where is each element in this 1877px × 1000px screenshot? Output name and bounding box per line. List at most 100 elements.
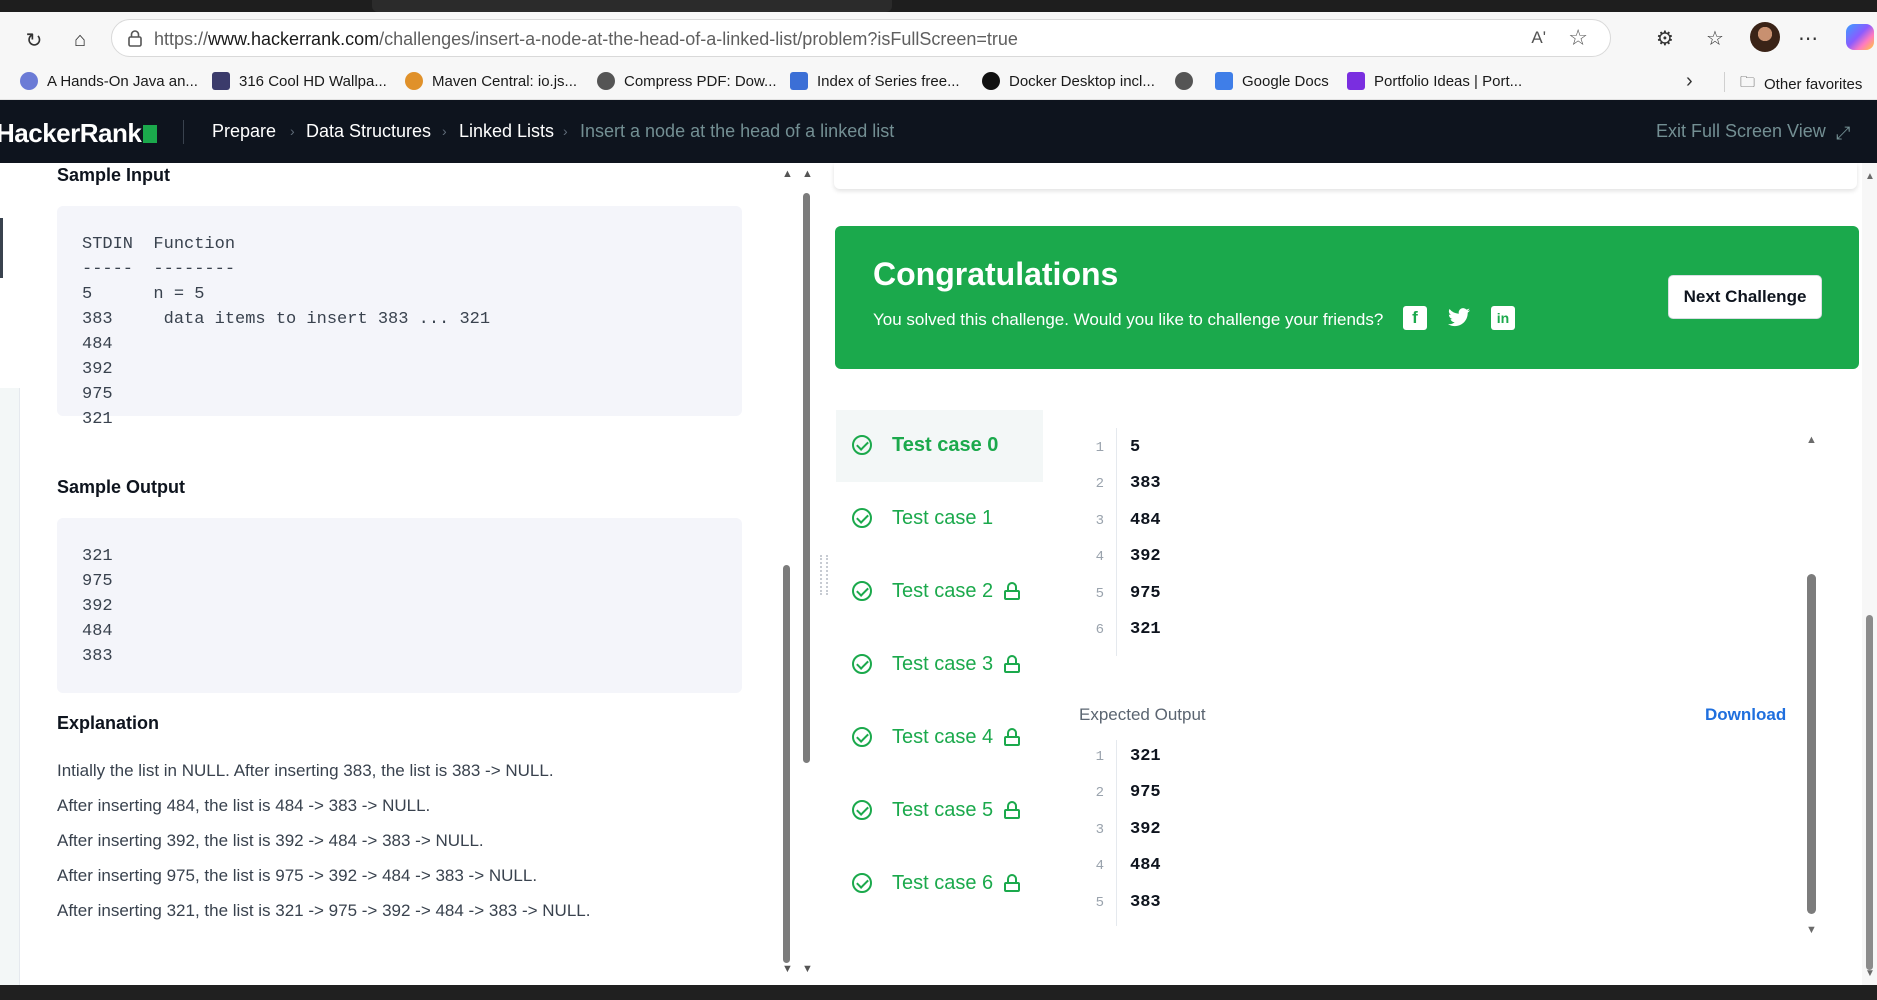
- scroll-down-icon[interactable]: ▼: [1865, 968, 1875, 979]
- lock-icon[interactable]: [126, 29, 144, 47]
- input-line: 383: [1130, 474, 1161, 493]
- test-case-2[interactable]: Test case 2: [836, 556, 1043, 628]
- exit-full-screen-link[interactable]: Exit Full Screen View: [1656, 121, 1826, 142]
- input-line: 975: [1130, 584, 1161, 603]
- breadcrumb-data-structures[interactable]: Data Structures: [306, 121, 431, 142]
- logo-square-icon: [143, 125, 158, 143]
- more-menu-icon[interactable]: ⋯: [1798, 26, 1818, 51]
- pane-resize-handle[interactable]: [820, 555, 828, 595]
- browser-tabstrip: [0, 0, 1877, 12]
- bookmark-item[interactable]: Google Docs: [1215, 72, 1329, 90]
- code-line: 975: [82, 572, 113, 591]
- input-line: 5: [1130, 438, 1141, 457]
- bookmark-item[interactable]: Portfolio Ideas | Port...: [1347, 72, 1522, 90]
- test-case-1[interactable]: Test case 1: [836, 483, 1043, 555]
- bookmarks-divider: [1724, 72, 1725, 92]
- check-circle-icon: [852, 873, 872, 893]
- download-link[interactable]: Download: [1705, 705, 1786, 725]
- scrollbar-thumb[interactable]: [1866, 615, 1873, 970]
- bookmark-item[interactable]: 316 Cool HD Wallpa...: [212, 72, 387, 90]
- test-case-3[interactable]: Test case 3: [836, 629, 1043, 701]
- os-taskbar: [0, 985, 1877, 1000]
- copilot-icon[interactable]: [1846, 24, 1874, 50]
- bookmark-item[interactable]: A Hands-On Java an...: [20, 72, 198, 90]
- hackerrank-logo[interactable]: HackerRank: [0, 118, 158, 149]
- extensions-icon[interactable]: ⚙: [1656, 26, 1674, 51]
- twitter-icon[interactable]: [1447, 306, 1471, 330]
- explanation-line: After inserting 392, the list is 392 -> …: [57, 831, 484, 850]
- test-case-6[interactable]: Test case 6: [836, 848, 1043, 920]
- bookmark-favicon-icon: [212, 72, 230, 90]
- scroll-up-icon[interactable]: ▲: [802, 168, 813, 180]
- explanation-line: After inserting 975, the list is 975 -> …: [57, 866, 538, 885]
- scroll-up-icon[interactable]: ▲: [1806, 434, 1817, 446]
- bookmarks-bar: A Hands-On Java an... 316 Cool HD Wallpa…: [0, 64, 1877, 100]
- url-text[interactable]: https://www.hackerrank.com/challenges/in…: [154, 29, 1018, 50]
- code-line: 392: [82, 360, 113, 379]
- gutter-divider: [1116, 740, 1117, 926]
- check-circle-icon: [852, 435, 872, 455]
- test-case-5[interactable]: Test case 5: [836, 775, 1043, 847]
- home-icon[interactable]: ⌂: [66, 26, 94, 54]
- input-line: 484: [1130, 511, 1161, 530]
- test-case-0[interactable]: Test case 0: [836, 410, 1043, 482]
- active-tab[interactable]: [372, 0, 892, 12]
- explanation-line: After inserting 484, the list is 484 -> …: [57, 796, 431, 815]
- bookmark-favicon-icon: [405, 72, 423, 90]
- output-line: 383: [1130, 893, 1161, 912]
- scroll-down-icon[interactable]: ▼: [782, 963, 793, 975]
- page-scrollbar[interactable]: ▲ ▼: [1862, 163, 1877, 985]
- output-line: 975: [1130, 783, 1161, 802]
- explanation-title: Explanation: [57, 713, 160, 733]
- input-line: 392: [1130, 547, 1161, 566]
- bookmark-item[interactable]: Index of Series free...: [790, 72, 960, 90]
- breadcrumb-linked-lists[interactable]: Linked Lists: [459, 121, 554, 142]
- chevron-right-icon: ›: [290, 123, 295, 139]
- refresh-icon[interactable]: ↻: [20, 26, 48, 54]
- rail-active-marker: [0, 218, 3, 278]
- bookmark-favicon-icon: [982, 72, 1000, 90]
- linkedin-icon[interactable]: in: [1491, 306, 1515, 330]
- scrollbar-thumb[interactable]: [783, 565, 790, 963]
- scroll-down-icon[interactable]: ▼: [802, 963, 813, 975]
- other-favorites[interactable]: 🗀 Other favorites: [1740, 72, 1862, 97]
- line-number: 1: [1095, 440, 1104, 456]
- input-line: 321: [1130, 620, 1161, 639]
- breadcrumb-prepare[interactable]: Prepare: [212, 121, 276, 142]
- chevron-right-icon: ›: [442, 123, 447, 139]
- bookmark-item[interactable]: [1175, 72, 1193, 90]
- google-docs-icon: [1215, 72, 1233, 90]
- browser-toolbar: ↻ ⌂ https://www.hackerrank.com/challenge…: [0, 12, 1877, 64]
- collapse-icon[interactable]: ⤢: [1836, 123, 1850, 144]
- rail-tab-problem[interactable]: [0, 163, 20, 388]
- favorites-icon[interactable]: ☆: [1706, 26, 1724, 51]
- bookmark-item[interactable]: Compress PDF: Dow...: [597, 72, 777, 90]
- chevron-right-icon: ›: [563, 123, 568, 139]
- bookmark-item[interactable]: Maven Central: io.js...: [405, 72, 577, 90]
- scroll-down-icon[interactable]: ▼: [1806, 924, 1817, 936]
- address-bar[interactable]: https://www.hackerrank.com/challenges/in…: [111, 19, 1611, 57]
- scroll-up-icon[interactable]: ▲: [1865, 171, 1875, 182]
- explanation-line: Intially the list in NULL. After inserti…: [57, 761, 554, 780]
- problem-pane-scrollbar[interactable]: ▲ ▲ ▼ ▼: [780, 168, 813, 978]
- favorite-star-icon[interactable]: ☆: [1568, 25, 1588, 51]
- hackerrank-navbar: HackerRank Prepare › Data Structures › L…: [0, 100, 1877, 163]
- facebook-icon[interactable]: f: [1403, 306, 1427, 330]
- next-challenge-button[interactable]: Next Challenge: [1668, 275, 1822, 319]
- read-aloud-icon[interactable]: Aʹ: [1531, 28, 1546, 48]
- scroll-up-icon[interactable]: ▲: [782, 168, 793, 180]
- line-number: 3: [1095, 822, 1104, 838]
- lock-icon: [1004, 801, 1020, 819]
- lock-icon: [1004, 728, 1020, 746]
- problem-pane: Sample Input STDIN Function ----- ------…: [20, 163, 784, 985]
- nav-divider: [183, 120, 184, 144]
- chevron-right-icon[interactable]: ›: [1686, 70, 1693, 93]
- bookmark-item[interactable]: Docker Desktop incl...: [982, 72, 1155, 90]
- check-circle-icon: [852, 581, 872, 601]
- code-line: 321: [82, 547, 113, 566]
- scrollbar-thumb[interactable]: [1807, 574, 1816, 914]
- profile-avatar[interactable]: [1750, 22, 1780, 52]
- congratulations-title: Congratulations: [873, 256, 1119, 292]
- test-case-4[interactable]: Test case 4: [836, 702, 1043, 774]
- scrollbar-thumb[interactable]: [803, 193, 810, 763]
